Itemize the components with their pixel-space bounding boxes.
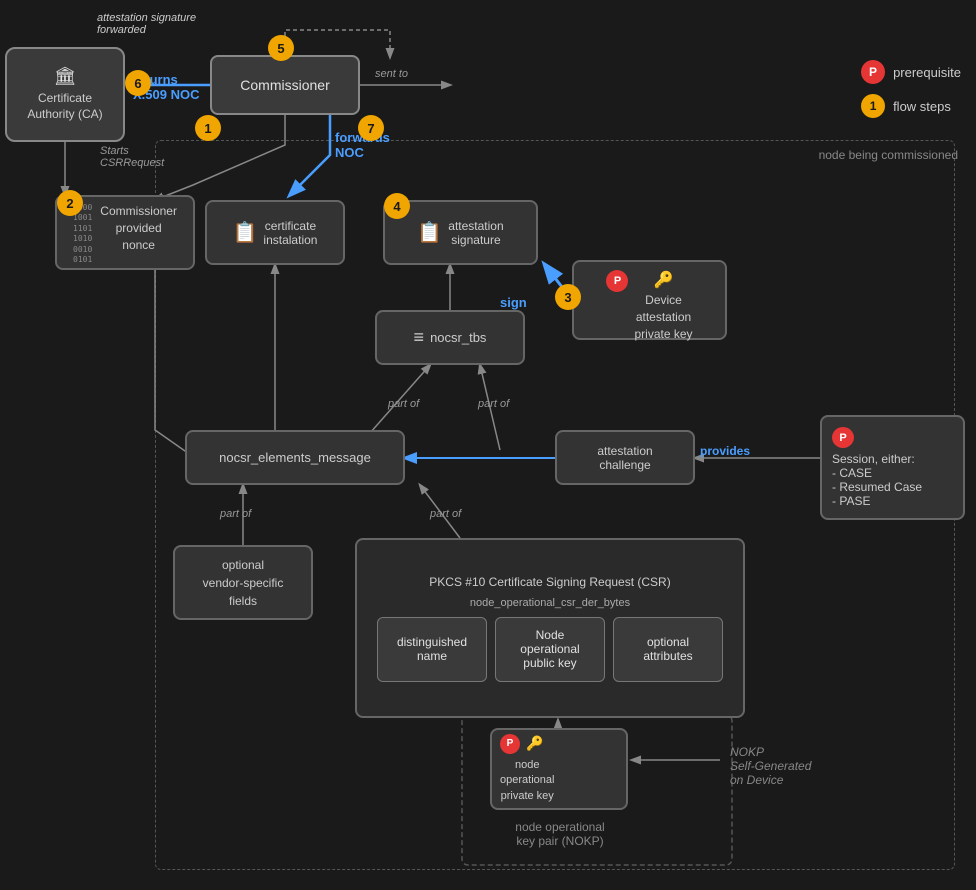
badge-6: 6 (125, 70, 151, 96)
pkcs-title: PKCS #10 Certificate Signing Request (CS… (429, 575, 670, 589)
node-privkey-label: nodeoperationalprivate key (500, 758, 554, 804)
node-privkey-box: P 🔑 nodeoperationalprivate key (490, 728, 628, 810)
legend-prerequisite: P prerequisite (861, 60, 961, 84)
cert-install-icon: 📋 (233, 220, 258, 245)
cert-install-box: 📋 certificateinstalation (205, 200, 345, 265)
pkcs-box: PKCS #10 Certificate Signing Request (CS… (355, 538, 745, 718)
part-of-2: part of (478, 398, 509, 410)
legend-flow-badge: 1 (861, 94, 885, 118)
pkcs-subtitle: node_operational_csr_der_bytes (470, 597, 630, 609)
badge-4: 4 (384, 193, 410, 219)
badge-7: 7 (358, 115, 384, 141)
legend: P prerequisite 1 flow steps (861, 60, 961, 118)
sent-to-label: sent to (375, 68, 408, 80)
ca-box: 🏛 CertificateAuthority (CA) (5, 47, 125, 142)
region-label: node being commissioned (819, 148, 958, 162)
vendor-fields-label: optionalvendor-specificfields (203, 556, 284, 610)
session-resumed: - Resumed Case (832, 480, 922, 494)
badge-3: 3 (555, 284, 581, 310)
attest-sig-icon: 📋 (417, 220, 442, 245)
badge-1: 1 (195, 115, 221, 141)
dist-name-label: distinguishedname (397, 635, 467, 663)
device-attest-box: P 🔑 Deviceattestationprivate key (572, 260, 727, 340)
sign-label: sign (500, 295, 527, 310)
nokp-generated-label: NOKPSelf-Generatedon Device (730, 745, 811, 787)
commissioner-label: Commissioner (240, 77, 329, 93)
nocsr-tbs-label: nocsr_tbs (430, 330, 486, 345)
legend-prereq-label: prerequisite (893, 65, 961, 80)
nocsr-tbs-icon: ≡ (414, 327, 425, 348)
dist-name-box: distinguishedname (377, 617, 487, 682)
attest-forwarded-label: attestation signatureforwarded (97, 12, 196, 36)
session-pase: - PASE (832, 494, 870, 508)
cert-install-label: certificateinstalation (263, 219, 317, 247)
legend-flow-steps: 1 flow steps (861, 94, 961, 118)
part-of-4: part of (430, 508, 461, 520)
opt-attrs-box: optionalattributes (613, 617, 723, 682)
nocsr-elements-label: nocsr_elements_message (219, 450, 371, 465)
node-pubkey-box: Nodeoperationalpublic key (495, 617, 605, 682)
opt-attrs-label: optionalattributes (643, 635, 692, 663)
prereq-badge-device: P (606, 270, 628, 292)
part-of-1: part of (388, 398, 419, 410)
part-of-3: part of (220, 508, 251, 520)
provides-label: provides (700, 444, 750, 458)
node-pubkey-label: Nodeoperationalpublic key (520, 628, 579, 670)
vendor-fields-box: optionalvendor-specificfields (173, 545, 313, 620)
session-case: - CASE (832, 466, 872, 480)
device-attest-label: 🔑 Deviceattestationprivate key (634, 270, 692, 343)
commissioner-box: Commissioner (210, 55, 360, 115)
nocsr-tbs-box: ≡ nocsr_tbs (375, 310, 525, 365)
badge-2: 2 (57, 190, 83, 216)
nokp-label: node operationalkey pair (NOKP) (460, 820, 660, 848)
badge-5: 5 (268, 35, 294, 61)
prereq-badge-nokp: P (500, 734, 520, 754)
nocsr-elements-box: nocsr_elements_message (185, 430, 405, 485)
attest-challenge-box: attestationchallenge (555, 430, 695, 485)
starts-csr-label: StartsCSRRequest (100, 145, 164, 169)
legend-prereq-badge: P (861, 60, 885, 84)
attest-sig-label: attestationsignature (448, 219, 503, 247)
ca-label: CertificateAuthority (CA) (27, 91, 102, 122)
attest-challenge-label: attestationchallenge (597, 444, 652, 472)
prereq-badge-session: P (832, 427, 854, 448)
nonce-label: Commissionerprovidednonce (100, 203, 177, 253)
legend-flow-label: flow steps (893, 99, 951, 114)
diagram: node being commissioned (0, 0, 976, 890)
session-box: P Session, either: - CASE - Resumed Case… (820, 415, 965, 520)
session-title: Session, either: (832, 452, 915, 466)
ca-icon: 🏛 (54, 66, 77, 87)
pkcs-inner-row: distinguishedname Nodeoperationalpublic … (367, 617, 733, 682)
key-icon: 🔑 (526, 735, 543, 752)
